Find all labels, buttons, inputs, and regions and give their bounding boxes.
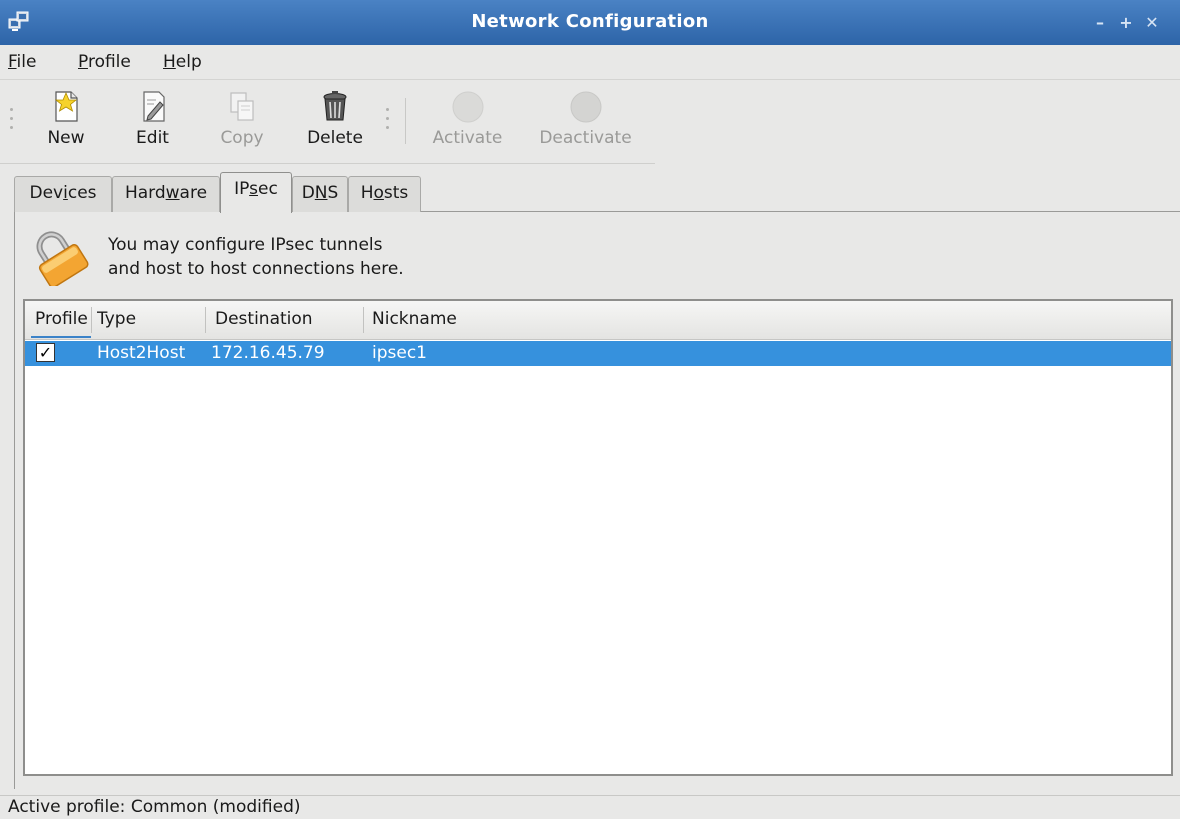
padlock-icon [36, 231, 89, 286]
tab-ipsec-mnemonic: s [249, 179, 258, 199]
delete-label: Delete [307, 128, 363, 148]
menu-file[interactable]: File [8, 52, 36, 72]
new-button[interactable]: New [36, 90, 96, 160]
menu-help[interactable]: Help [163, 52, 202, 72]
status-text: Active profile: Common (modified) [8, 797, 301, 817]
edit-button[interactable]: Edit [125, 90, 180, 160]
tab-dns[interactable]: DNS [292, 176, 348, 212]
toolbar: New Edit Copy Delete Activate Deactivate [0, 80, 655, 164]
column-nickname[interactable]: Nickname [372, 309, 457, 329]
table-row[interactable]: ✓ Host2Host 172.16.45.79 ipsec1 [25, 341, 1171, 366]
tab-hardware-mnemonic: w [165, 183, 180, 203]
tab-devices-post: ces [67, 183, 97, 203]
activate-label: Activate [432, 128, 503, 148]
ipsec-description: You may configure IPsec tunnels and host… [108, 233, 404, 281]
column-divider[interactable] [205, 307, 206, 333]
list-header: Profile Type Destination Nickname [25, 301, 1171, 340]
menu-file-label: ile [16, 52, 37, 72]
toolbar-grip[interactable] [10, 108, 14, 140]
close-button[interactable]: ✕ [1141, 12, 1163, 34]
copy-button[interactable]: Copy [212, 90, 272, 160]
tab-ipsec-pre: IP [234, 179, 250, 199]
tab-devices[interactable]: Devices [14, 176, 112, 212]
edit-document-icon [142, 91, 165, 122]
close-icon: ✕ [1145, 13, 1159, 32]
maximize-icon: + [1119, 13, 1133, 32]
menu-help-mnemonic: H [163, 52, 176, 72]
sort-indicator [31, 336, 91, 338]
cell-type: Host2Host [97, 343, 186, 363]
activate-button[interactable]: Activate [420, 90, 515, 160]
trash-can-icon [323, 91, 347, 121]
column-divider[interactable] [91, 307, 92, 333]
menu-bar: File Profile Help [0, 45, 1180, 80]
toolbar-separator [405, 98, 406, 144]
menu-profile[interactable]: Profile [78, 52, 131, 72]
delete-button[interactable]: Delete [296, 90, 374, 160]
tab-hardware-post: are [179, 183, 208, 203]
deactivate-label: Deactivate [539, 128, 632, 148]
tab-dns-post: S [327, 183, 339, 203]
menu-file-mnemonic: F [8, 52, 17, 72]
tab-hosts-pre: H [360, 183, 374, 203]
minimize-button[interactable]: – [1089, 12, 1111, 34]
column-profile[interactable]: Profile [35, 309, 91, 329]
tab-hosts-post: sts [383, 183, 409, 203]
deactivate-button[interactable]: Deactivate [528, 90, 643, 160]
tab-ipsec[interactable]: IPsec [220, 172, 292, 213]
tab-dns-pre: D [301, 183, 315, 203]
ipsec-list[interactable]: Profile Type Destination Nickname ✓ Host… [23, 299, 1173, 776]
new-label: New [47, 128, 85, 148]
tab-hosts[interactable]: Hosts [348, 176, 421, 212]
minimize-icon: – [1096, 13, 1104, 32]
status-bar: Active profile: Common (modified) [0, 795, 1180, 819]
checkmark-icon: ✓ [38, 343, 53, 362]
tab-hardware-pre: Hard [124, 183, 166, 203]
tab-dns-mnemonic: N [314, 183, 328, 203]
copy-label: Copy [220, 128, 264, 148]
copy-document-icon [230, 92, 254, 121]
title-bar[interactable]: Network Configuration – + ✕ [0, 0, 1180, 45]
deactivate-circle-icon [570, 91, 601, 123]
column-divider[interactable] [363, 307, 364, 333]
toolbar-grip-2[interactable] [386, 108, 390, 140]
tab-devices-pre: Dev [29, 183, 64, 203]
window-title: Network Configuration [471, 11, 709, 32]
tab-hosts-mnemonic: o [373, 183, 384, 203]
menu-help-label: elp [175, 52, 202, 72]
cell-nickname: ipsec1 [372, 343, 427, 363]
new-document-star-icon [54, 91, 78, 122]
menu-profile-mnemonic: P [78, 52, 88, 72]
description-line-1: You may configure IPsec tunnels [108, 235, 383, 255]
activate-circle-icon [452, 91, 483, 123]
menu-profile-label: rofile [87, 52, 131, 72]
tab-hardware[interactable]: Hardware [112, 176, 220, 212]
profile-checkbox[interactable]: ✓ [36, 343, 55, 362]
edit-label: Edit [136, 128, 169, 148]
column-destination[interactable]: Destination [215, 309, 313, 329]
tab-ipsec-post: ec [258, 179, 278, 199]
column-type[interactable]: Type [97, 309, 136, 329]
maximize-button[interactable]: + [1115, 12, 1137, 34]
cell-destination: 172.16.45.79 [211, 343, 325, 363]
description-line-2: and host to host connections here. [108, 259, 404, 279]
